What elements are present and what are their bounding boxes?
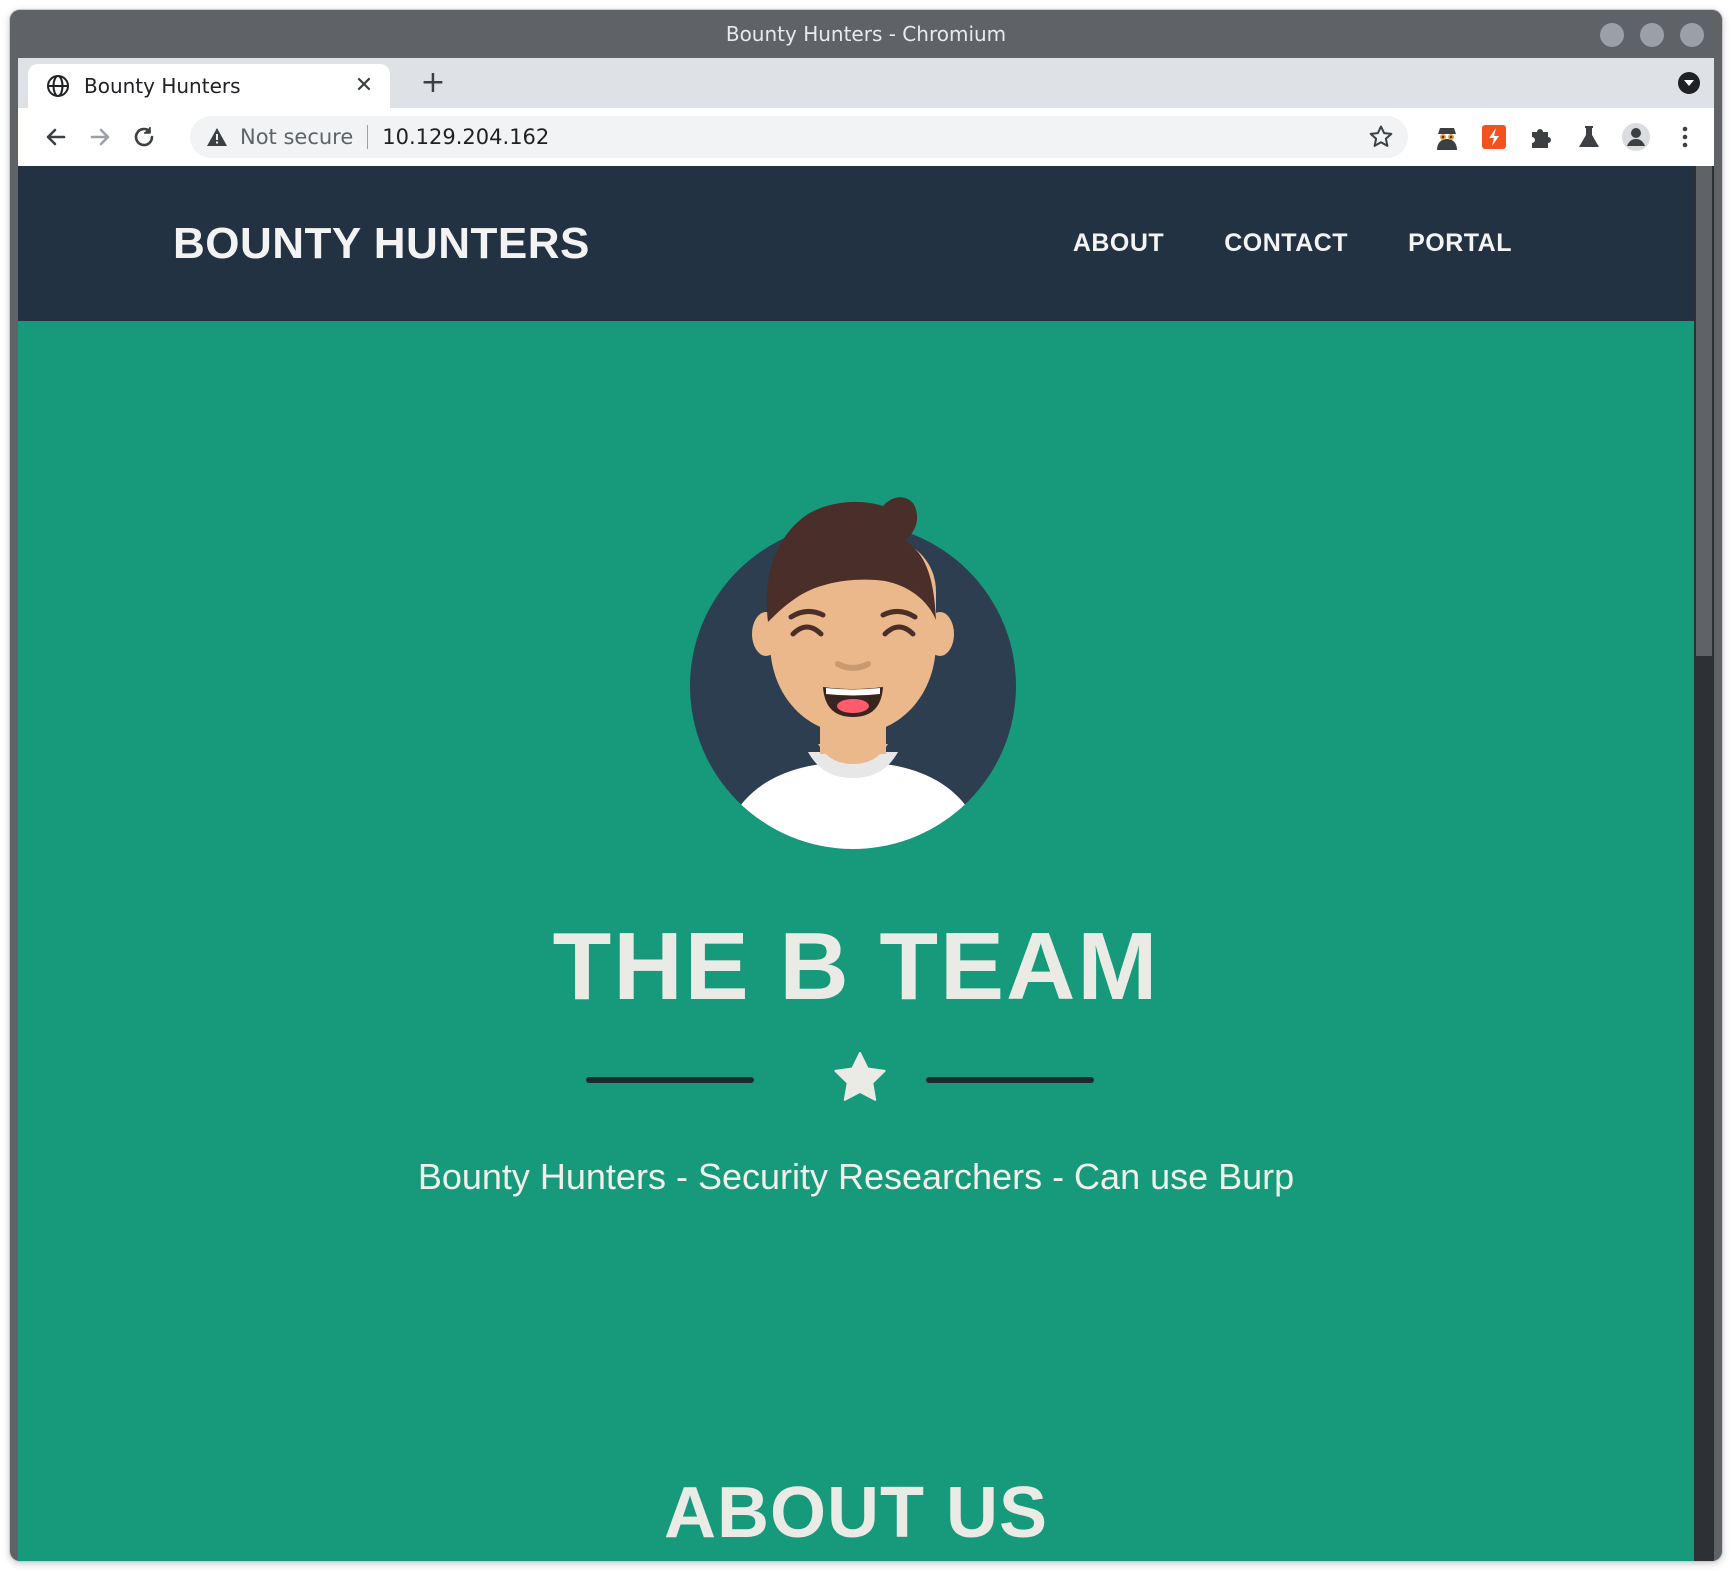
tab-strip: Bounty Hunters ✕ + (18, 58, 1714, 108)
close-tab-icon[interactable]: ✕ (352, 74, 376, 98)
puzzle-extensions-icon[interactable] (1526, 122, 1556, 152)
hero-title: THE B TEAM (552, 913, 1160, 1020)
browser-toolbar: Not secure 10.129.204.162 (18, 108, 1714, 167)
window-title: Bounty Hunters - Chromium (725, 22, 1007, 46)
nav-link-portal[interactable]: PORTAL (1408, 229, 1512, 258)
window-titlebar: Bounty Hunters - Chromium (10, 10, 1722, 58)
browser-window: Bounty Hunters - Chromium Bounty Hunters… (10, 10, 1722, 1561)
scrollbar-thumb[interactable] (1696, 166, 1712, 656)
warning-icon[interactable] (206, 126, 228, 148)
avatar-illustration (690, 497, 1016, 849)
site-navbar: BOUNTY HUNTERS ABOUT CONTACT PORTAL (18, 166, 1694, 321)
divider-line-left (586, 1077, 754, 1083)
maximize-button[interactable] (1640, 23, 1664, 47)
star-icon (834, 1052, 886, 1101)
nav-link-contact[interactable]: CONTACT (1224, 229, 1348, 258)
bookmark-star-icon[interactable] (1368, 124, 1394, 150)
divider-line-right (926, 1077, 1094, 1083)
close-window-button[interactable] (1680, 23, 1704, 47)
tab-search-icon[interactable] (1678, 72, 1700, 94)
reload-icon[interactable] (128, 121, 160, 153)
nav-link-about[interactable]: ABOUT (1073, 229, 1164, 258)
url-text[interactable]: 10.129.204.162 (382, 125, 1368, 149)
forward-arrow-icon[interactable] (84, 121, 116, 153)
minimize-button[interactable] (1600, 23, 1624, 47)
globe-icon (47, 75, 69, 97)
hero-tagline: Bounty Hunters - Security Researchers - … (417, 1156, 1295, 1197)
security-status[interactable]: Not secure (240, 125, 353, 149)
page-viewport: BOUNTY HUNTERS ABOUT CONTACT PORTAL THE … (18, 166, 1694, 1561)
omnibox-separator (367, 125, 369, 149)
tab-title: Bounty Hunters (84, 74, 241, 98)
address-bar[interactable]: Not secure 10.129.204.162 (190, 116, 1408, 158)
nav-links: ABOUT CONTACT PORTAL (1073, 166, 1512, 321)
kebab-menu-icon[interactable] (1670, 122, 1700, 152)
new-tab-button[interactable]: + (418, 68, 448, 98)
site-brand[interactable]: BOUNTY HUNTERS (173, 166, 590, 321)
about-section-title: ABOUT US (664, 1473, 1048, 1553)
flash-extension-icon[interactable] (1479, 122, 1509, 152)
back-arrow-icon[interactable] (40, 121, 72, 153)
tab-bounty-hunters[interactable]: Bounty Hunters ✕ (28, 64, 390, 108)
window-controls (1600, 23, 1704, 47)
flask-labs-icon[interactable] (1574, 122, 1604, 152)
spy-extension-icon[interactable] (1432, 122, 1462, 152)
profile-avatar-icon[interactable] (1621, 122, 1651, 152)
